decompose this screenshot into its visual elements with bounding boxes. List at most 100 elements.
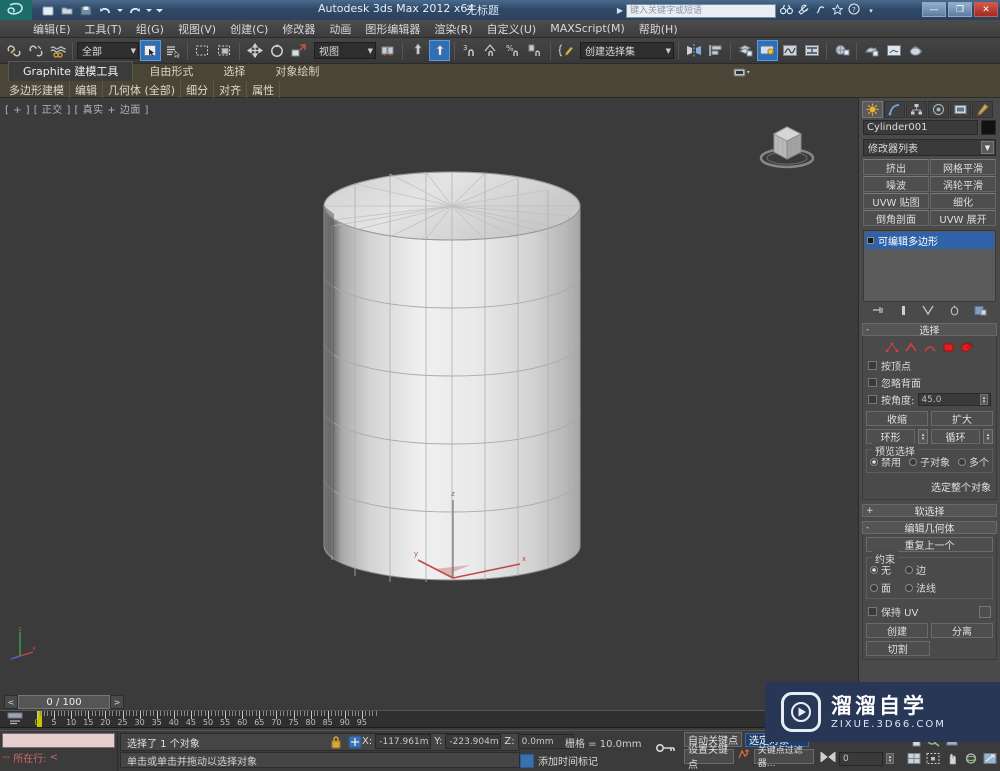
material-editor-icon[interactable] [831, 40, 852, 61]
ribbon-tab-freeform[interactable]: 自由形式 [135, 62, 207, 81]
modifier-button-noise[interactable]: 噪波 [863, 176, 929, 192]
undo-icon[interactable] [97, 2, 113, 18]
selection-filter-combo[interactable]: 全部 ▼ [77, 42, 139, 59]
close-button[interactable]: ✕ [974, 2, 998, 17]
constraint-edge-radio[interactable] [905, 565, 913, 574]
undo-dropdown-icon[interactable] [116, 2, 123, 18]
object-color-swatch[interactable] [981, 120, 996, 135]
next-frame-button[interactable]: > [110, 695, 124, 709]
vertex-subobject-icon[interactable] [884, 341, 899, 353]
align-icon[interactable] [705, 40, 726, 61]
modifier-button-uvw-map[interactable]: UVW 贴图 [863, 193, 929, 209]
constraint-none-radio[interactable] [870, 565, 878, 574]
grow-button[interactable]: 扩大 [931, 411, 993, 426]
prev-frame-button[interactable]: < [4, 695, 18, 709]
track-view-open-icon[interactable] [6, 712, 28, 726]
chevron-down-icon[interactable]: ▼ [364, 47, 373, 55]
redo-dropdown-icon[interactable] [145, 2, 152, 18]
configure-modifier-sets-icon[interactable] [974, 305, 987, 319]
edge-subobject-icon[interactable] [903, 341, 918, 353]
select-object-icon[interactable] [140, 40, 161, 61]
ribbon-panel-subdivision[interactable]: 细分 [181, 80, 215, 99]
object-name-field[interactable]: Cylinder001 [863, 120, 978, 135]
menu-item-edit[interactable]: 编辑(E) [26, 20, 78, 38]
select-and-manipulate-icon[interactable] [407, 40, 428, 61]
by-angle-spinner-arrows[interactable]: ▴ ▾ [980, 394, 988, 405]
constraint-normal-radio[interactable] [905, 583, 913, 592]
modifier-button-tessellate[interactable]: 细化 [930, 193, 996, 209]
redo-icon[interactable] [126, 2, 142, 18]
polygon-subobject-icon[interactable] [941, 341, 956, 353]
viewport-perspective[interactable]: [ + ] [ 正交 ] [ 真实 + 边面 ] z y x z x [0, 98, 858, 694]
menu-item-help[interactable]: 帮助(H) [632, 20, 685, 38]
modifier-button-bevel-profile[interactable]: 倒角剖面 [863, 210, 929, 226]
preserve-uv-settings-icon[interactable] [979, 605, 991, 618]
modify-tab[interactable] [884, 100, 905, 118]
constraint-normal[interactable]: 法线 [905, 580, 936, 595]
preview-option-disabled-radio[interactable] [870, 457, 878, 466]
view-cube[interactable] [752, 118, 822, 170]
schematic-view-icon[interactable] [801, 40, 822, 61]
add-time-tag-area[interactable]: 添加时间标记 [520, 753, 598, 768]
ribbon-panel-properties[interactable]: 属性 [247, 80, 281, 99]
edit-geometry-rollout-header[interactable]: - 编辑几何体 [862, 521, 997, 535]
maximize-button[interactable]: ❐ [948, 2, 972, 17]
motion-tab[interactable] [928, 100, 949, 118]
ribbon-minimize-icon[interactable] [732, 66, 752, 78]
loop-button[interactable]: 循环 [931, 429, 980, 444]
time-slider[interactable]: < 0 / 100 > [4, 695, 124, 709]
lock-selection-icon[interactable] [330, 735, 342, 752]
coord-y-field[interactable]: -223.904m [445, 734, 502, 749]
ribbon-panel-polygon-modeling[interactable]: 多边形建模 [4, 80, 70, 99]
remove-modifier-icon[interactable] [949, 305, 960, 319]
detach-button[interactable]: 分离 [931, 623, 993, 638]
zoom-extents-selected-icon[interactable] [925, 750, 941, 766]
prev-next-key-icon[interactable] [820, 751, 836, 766]
chevron-down-icon[interactable]: ▼ [127, 47, 136, 55]
render-production-icon[interactable] [905, 40, 926, 61]
rollout-expand-icon[interactable]: + [866, 506, 874, 516]
graphite-modeling-toggle-icon[interactable] [757, 40, 778, 61]
by-vertex-checkbox[interactable] [868, 361, 877, 370]
modifier-button-turbosmooth[interactable]: 涡轮平滑 [930, 176, 996, 192]
qat-customize-icon[interactable] [155, 2, 164, 18]
preview-option-subobject-radio[interactable] [909, 457, 917, 466]
snap-3d-toggle-icon[interactable]: 3 [459, 40, 480, 61]
ring-spinner-arrows[interactable]: ▴ ▾ [918, 429, 928, 444]
select-and-rotate-icon[interactable] [266, 40, 287, 61]
coord-x-field[interactable]: -117.961m [375, 734, 432, 749]
ribbon-panel-geometry-all[interactable]: 几何体 (全部) [103, 80, 182, 99]
save-file-icon[interactable] [78, 2, 94, 18]
constraint-face-radio[interactable] [870, 583, 878, 592]
cut-button[interactable]: 切割 [866, 641, 930, 656]
edit-named-selection-sets-icon[interactable] [555, 40, 576, 61]
modifier-stack-item-editable-poly[interactable]: 可编辑多边形 [865, 232, 994, 249]
zoom-all-icon[interactable] [906, 750, 922, 766]
selection-rollout-header[interactable]: - 选择 [862, 323, 997, 337]
rollout-collapse-icon[interactable]: - [866, 523, 869, 533]
hierarchy-tab[interactable] [906, 100, 927, 118]
by-angle-spinner[interactable]: 45.0 ▴ ▾ [918, 393, 991, 406]
shrink-button[interactable]: 收缩 [866, 411, 928, 426]
rollout-collapse-icon[interactable]: - [866, 325, 869, 335]
absolute-relative-toggle-icon[interactable] [348, 735, 362, 752]
preview-option-multiple-radio[interactable] [958, 457, 966, 466]
constraint-edge[interactable]: 边 [905, 562, 936, 577]
menu-item-group[interactable]: 组(G) [129, 20, 171, 38]
display-tab[interactable] [950, 100, 971, 118]
by-angle-checkbox[interactable] [868, 395, 877, 404]
soft-selection-rollout-header[interactable]: + 软选择 [862, 504, 997, 518]
window-crossing-icon[interactable] [214, 40, 235, 61]
create-tab[interactable] [862, 100, 883, 118]
preserve-uv-checkbox[interactable] [868, 607, 877, 616]
utilities-tab[interactable] [972, 100, 993, 118]
set-key-button[interactable]: 设置关键点 [684, 745, 734, 771]
menu-item-create[interactable]: 创建(C) [223, 20, 275, 38]
border-subobject-icon[interactable] [922, 341, 937, 353]
menu-item-customize[interactable]: 自定义(U) [480, 20, 544, 38]
mirror-icon[interactable] [683, 40, 704, 61]
current-frame-field[interactable]: 0 [839, 751, 883, 766]
preview-option-multiple[interactable]: 多个 [958, 454, 989, 469]
modifier-button-extrude[interactable]: 挤出 [863, 159, 929, 175]
frame-indicator[interactable]: 0 / 100 [18, 695, 110, 709]
